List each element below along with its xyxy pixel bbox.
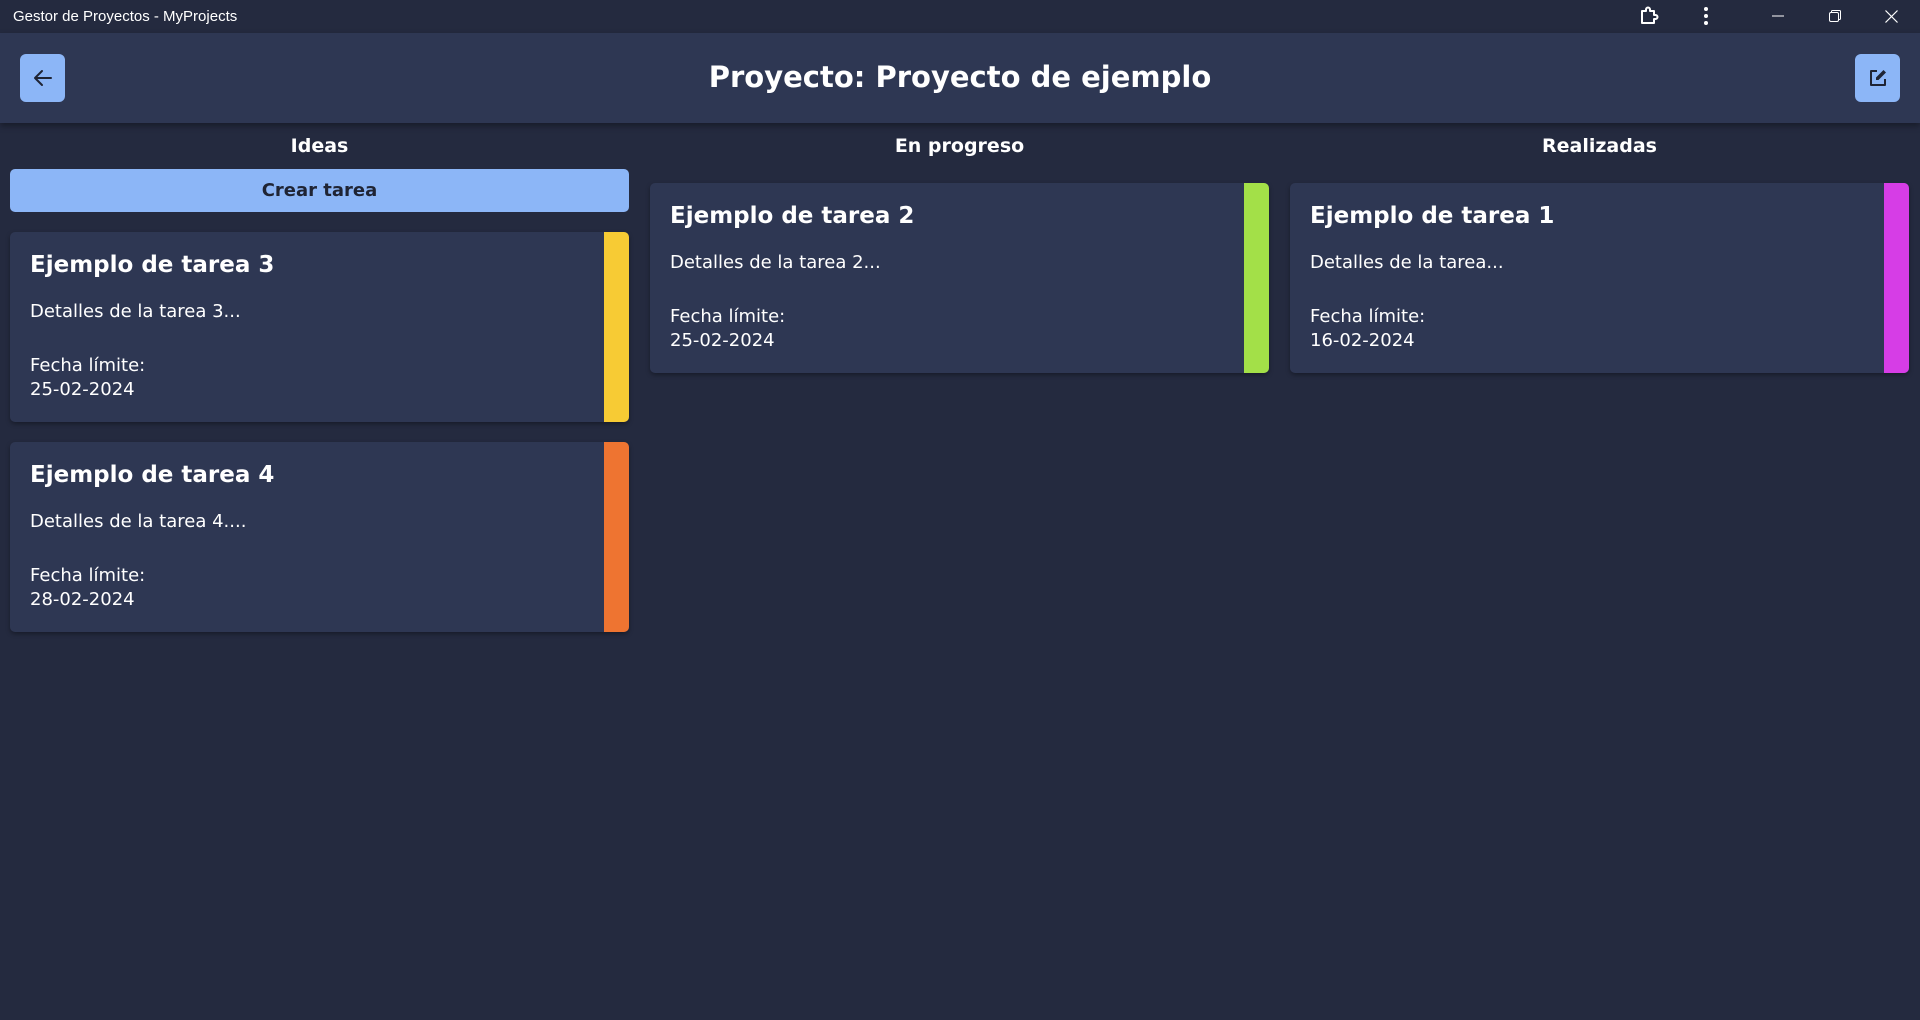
window-title: Gestor de Proyectos - MyProjects — [13, 7, 238, 25]
column-in-progress: En progreso Ejemplo de tarea 2 Detalles … — [650, 123, 1269, 373]
task-color-bar — [1244, 183, 1269, 373]
task-title: Ejemplo de tarea 4 — [30, 462, 275, 488]
minimize-icon — [1771, 15, 1784, 17]
task-color-bar — [604, 442, 629, 632]
task-details: Detalles de la tarea... — [1310, 252, 1504, 273]
task-due-date: 25-02-2024 — [670, 330, 775, 351]
task-title: Ejemplo de tarea 3 — [30, 252, 275, 278]
column-title: Realizadas — [1542, 135, 1657, 157]
column-done: Realizadas Ejemplo de tarea 1 Detalles d… — [1290, 123, 1909, 373]
more-icon — [1704, 7, 1708, 25]
task-color-bar — [604, 232, 629, 422]
task-title: Ejemplo de tarea 1 — [1310, 203, 1555, 229]
restore-icon — [1828, 10, 1841, 22]
task-card[interactable]: Ejemplo de tarea 1 Detalles de la tarea.… — [1290, 183, 1909, 373]
close-button[interactable] — [1863, 0, 1920, 32]
task-due-label: Fecha límite: — [670, 306, 786, 327]
task-due-label: Fecha límite: — [1310, 306, 1426, 327]
task-title: Ejemplo de tarea 2 — [670, 203, 915, 229]
app-header: Proyecto: Proyecto de ejemplo — [0, 33, 1920, 123]
edit-icon — [1869, 70, 1886, 86]
task-card[interactable]: Ejemplo de tarea 4 Detalles de la tarea … — [10, 442, 629, 632]
task-due-label: Fecha límite: — [30, 565, 146, 586]
window-controls — [1629, 0, 1920, 32]
window-titlebar: Gestor de Proyectos - MyProjects — [0, 0, 1920, 32]
extensions-icon — [1641, 6, 1659, 24]
task-details: Detalles de la tarea 2... — [670, 252, 881, 273]
column-title: En progreso — [894, 135, 1025, 157]
page-title: Proyecto: Proyecto de ejemplo — [708, 60, 1212, 94]
close-icon — [1885, 9, 1898, 23]
restore-button[interactable] — [1806, 0, 1863, 32]
task-due-date: 28-02-2024 — [30, 589, 135, 610]
more-options-button[interactable] — [1686, 0, 1726, 32]
task-details: Detalles de la tarea 3... — [30, 301, 241, 322]
task-card[interactable]: Ejemplo de tarea 2 Detalles de la tarea … — [650, 183, 1269, 373]
task-card[interactable]: Ejemplo de tarea 3 Detalles de la tarea … — [10, 232, 629, 422]
task-due-label: Fecha límite: — [30, 355, 146, 376]
task-due-date: 25-02-2024 — [30, 379, 135, 400]
task-color-bar — [1884, 183, 1909, 373]
extensions-button[interactable] — [1629, 0, 1669, 32]
minimize-button[interactable] — [1749, 0, 1806, 32]
column-ideas: Ideas Crear tarea Ejemplo de tarea 3 Det… — [10, 123, 629, 632]
task-details: Detalles de la tarea 4.... — [30, 511, 247, 532]
task-due-date: 16-02-2024 — [1310, 330, 1415, 351]
edit-project-button[interactable] — [1855, 54, 1900, 102]
